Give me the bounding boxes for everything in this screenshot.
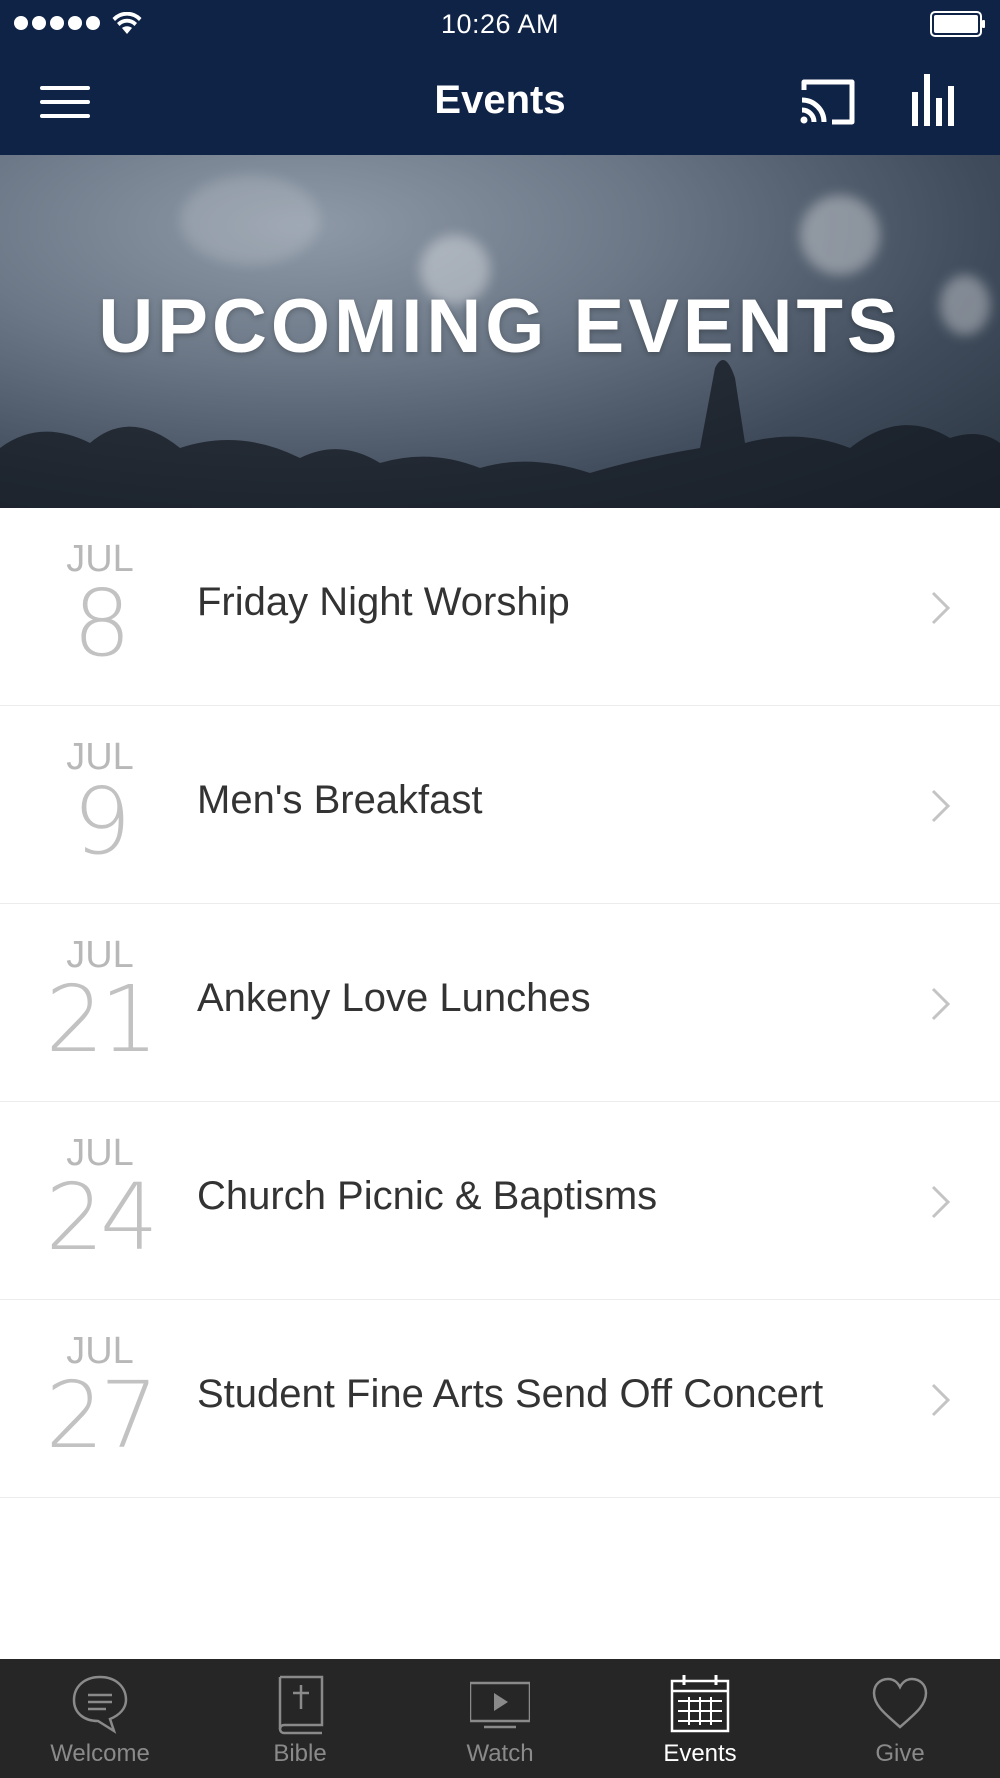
tab-events[interactable]: Events — [600, 1659, 800, 1778]
tab-label: Give — [875, 1740, 925, 1767]
event-date: JUL 24 — [30, 1134, 170, 1264]
bar-chart-icon[interactable] — [910, 72, 960, 128]
crowd-silhouette — [0, 360, 1000, 508]
status-time: 10:26 AM — [440, 9, 560, 39]
chat-bubble-icon — [72, 1675, 128, 1734]
tab-label: Bible — [273, 1740, 327, 1767]
event-day: 9 — [72, 768, 132, 875]
event-date: JUL 21 — [30, 936, 170, 1066]
chevron-right-icon — [931, 591, 951, 625]
battery-icon — [930, 11, 985, 37]
event-list: JUL 8 Friday Night Worship JUL 9 Men's B… — [0, 508, 1000, 1498]
event-title: Ankeny Love Lunches — [197, 976, 591, 1020]
chevron-right-icon — [931, 1185, 951, 1219]
chevron-right-icon — [931, 789, 951, 823]
event-title: Friday Night Worship — [197, 580, 570, 624]
play-screen-icon — [470, 1681, 530, 1729]
event-title: Church Picnic & Baptisms — [197, 1174, 658, 1218]
chevron-right-icon — [931, 987, 951, 1021]
banner-title: UPCOMING EVENTS — [98, 284, 902, 369]
cast-icon[interactable] — [798, 76, 858, 128]
nav-bar: Events — [0, 50, 1000, 155]
event-date: JUL 27 — [30, 1332, 170, 1462]
event-row[interactable]: JUL 21 Ankeny Love Lunches — [0, 904, 1000, 1102]
bible-icon — [278, 1675, 324, 1735]
event-day: 24 — [45, 1164, 158, 1271]
tab-bar: Welcome Bible Watch Events Give — [0, 1659, 1000, 1778]
top-bar: 10:26 AM Events — [0, 0, 1000, 155]
event-row[interactable]: JUL 8 Friday Night Worship — [0, 508, 1000, 706]
event-row[interactable]: JUL 9 Men's Breakfast — [0, 706, 1000, 904]
events-banner: UPCOMING EVENTS — [0, 155, 1000, 508]
event-date: JUL 8 — [30, 540, 170, 670]
event-date: JUL 9 — [30, 738, 170, 868]
calendar-icon — [670, 1675, 730, 1733]
event-title: Student Fine Arts Send Off Concert — [197, 1372, 824, 1416]
tab-label: Watch — [466, 1740, 534, 1767]
event-day: 21 — [45, 966, 158, 1073]
event-title: Men's Breakfast — [197, 778, 483, 822]
status-bar: 10:26 AM — [0, 0, 1000, 50]
tab-label: Events — [663, 1740, 737, 1767]
event-row[interactable]: JUL 24 Church Picnic & Baptisms — [0, 1102, 1000, 1300]
tab-give[interactable]: Give — [800, 1659, 1000, 1778]
tab-watch[interactable]: Watch — [400, 1659, 600, 1778]
tab-bible[interactable]: Bible — [200, 1659, 400, 1778]
tab-welcome[interactable]: Welcome — [0, 1659, 200, 1778]
event-day: 8 — [72, 570, 132, 677]
tab-label: Welcome — [50, 1740, 150, 1767]
chevron-right-icon — [931, 1383, 951, 1417]
event-day: 27 — [45, 1362, 158, 1469]
heart-icon — [872, 1677, 928, 1729]
event-row[interactable]: JUL 27 Student Fine Arts Send Off Concer… — [0, 1300, 1000, 1498]
